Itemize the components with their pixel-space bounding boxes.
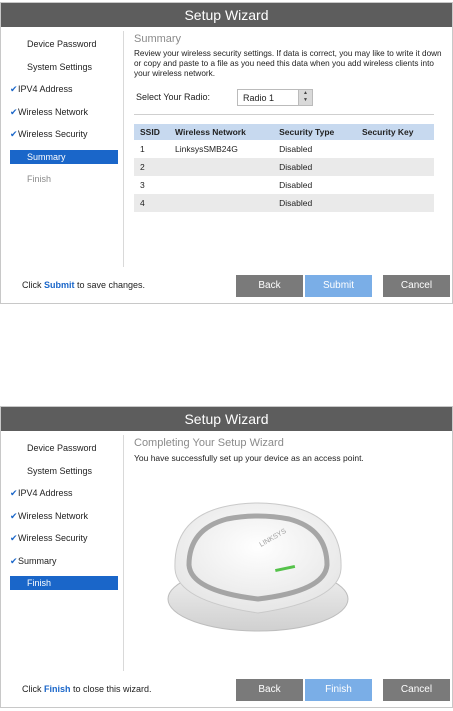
- sidebar-item-label: Wireless Network: [18, 510, 89, 521]
- table-cell: [356, 176, 434, 194]
- submit-button[interactable]: Submit: [305, 275, 372, 297]
- footer-link: Finish: [44, 684, 71, 694]
- back-button[interactable]: Back: [236, 275, 303, 297]
- summary-description: Review your wireless security settings. …: [134, 49, 442, 78]
- table-cell: 4: [134, 194, 170, 212]
- sidebar-item-finish[interactable]: Finish: [10, 168, 118, 191]
- radio-select-value: Radio 1: [243, 93, 275, 103]
- column-header: Wireless Network: [169, 124, 274, 140]
- finish-content: Completing Your Setup Wizard You have su…: [134, 437, 444, 463]
- table-cell: [169, 194, 274, 212]
- sidebar-item-ipv4-address[interactable]: ✔ IPV4 Address: [10, 482, 118, 505]
- sidebar-item-device-password[interactable]: Device Password: [10, 33, 118, 56]
- cancel-button[interactable]: Cancel: [383, 275, 450, 297]
- table-row: 4 Disabled: [134, 194, 434, 212]
- access-point-image: LINKSYS: [167, 502, 349, 632]
- column-header: Security Type: [273, 124, 357, 140]
- sidebar-item-label: Device Password: [27, 443, 97, 453]
- column-header: Security Key: [356, 124, 434, 140]
- divider: [134, 114, 434, 115]
- setup-wizard-finish-window: Setup Wizard Device Password System Setti…: [0, 406, 453, 708]
- sidebar-item-label: Wireless Security: [18, 129, 88, 139]
- check-icon: ✔: [10, 106, 18, 117]
- table-cell: [169, 176, 273, 194]
- table-row: 2 Disabled: [134, 158, 434, 176]
- check-icon: ✔: [10, 129, 18, 139]
- sidebar-item-label: Summary: [27, 151, 66, 162]
- table-cell: Disabled: [273, 158, 357, 176]
- sidebar-item-label: Finish: [27, 173, 52, 184]
- sidebar-item-wireless-security[interactable]: ✔ Wireless Security: [10, 123, 118, 146]
- table-cell: [356, 158, 434, 176]
- divider: [123, 435, 124, 671]
- table-cell: Disabled: [279, 144, 313, 154]
- finish-button[interactable]: Finish: [305, 679, 372, 701]
- sidebar-item-label: System Settings: [27, 61, 93, 72]
- sidebar-item-summary[interactable]: ✔ Summary: [10, 550, 118, 573]
- table-cell: 2: [134, 158, 170, 176]
- check-icon: ✔: [10, 510, 18, 521]
- sidebar-item-device-password[interactable]: Device Password: [10, 437, 118, 460]
- sidebar-item-label: IPV4 Address: [18, 488, 73, 498]
- check-icon: ✔: [10, 488, 18, 498]
- sidebar-item-label: Summary: [18, 555, 57, 566]
- sidebar-item-label: Wireless Security: [18, 533, 88, 543]
- table-cell: [356, 194, 434, 212]
- sidebar-item-label: Wireless Network: [18, 106, 89, 117]
- cancel-button[interactable]: Cancel: [383, 679, 450, 701]
- back-button[interactable]: Back: [236, 679, 303, 701]
- footer-hint: Click Submit to save changes.: [22, 280, 146, 290]
- section-title: Summary: [134, 33, 182, 45]
- window-title: Setup Wizard: [1, 407, 452, 431]
- sidebar-item-wireless-security[interactable]: ✔ Wireless Security: [10, 527, 118, 550]
- sidebar-item-label: Device Password: [27, 39, 97, 49]
- sidebar-item-wireless-network[interactable]: ✔ Wireless Network: [10, 101, 118, 124]
- success-message: You have successfully set up your device…: [134, 453, 364, 463]
- spinner-arrows-icon[interactable]: ▲ ▼: [298, 90, 312, 105]
- check-icon: ✔: [10, 84, 18, 94]
- table-row: 1 LinksysSMB24G Disabled: [134, 140, 434, 158]
- footer-link: Submit: [44, 280, 75, 290]
- column-header: SSID: [134, 124, 170, 140]
- table-cell: Disabled: [273, 194, 357, 212]
- table-cell: LinksysSMB24G: [175, 144, 238, 154]
- sidebar-item-label: System Settings: [27, 465, 93, 476]
- sidebar-item-finish[interactable]: Finish: [10, 576, 118, 590]
- summary-content: Summary Review your wireless security se…: [134, 33, 444, 212]
- table-cell: [356, 140, 434, 158]
- sidebar-item-system-settings[interactable]: System Settings: [10, 460, 118, 483]
- window-title: Setup Wizard: [1, 3, 452, 27]
- wizard-sidebar: Device Password System Settings ✔ IPV4 Addr…: [10, 33, 118, 190]
- sidebar-item-system-settings[interactable]: System Settings: [10, 56, 118, 79]
- divider: [123, 31, 124, 267]
- table-cell: 1: [140, 144, 145, 154]
- sidebar-item-summary[interactable]: Summary: [10, 149, 118, 164]
- wireless-summary-table: SSID Wireless Network Security Type Securit…: [134, 124, 434, 212]
- radio-label: Select Your Radio:: [136, 92, 211, 102]
- sidebar-item-ipv4-address[interactable]: ✔ IPV4 Address: [10, 78, 118, 101]
- table-cell: 3: [140, 180, 145, 190]
- footer-hint: Click Finish to close this wizard.: [22, 684, 152, 694]
- radio-selector-row: Select Your Radio: Radio 1 ▲ ▼: [134, 89, 444, 107]
- sidebar-item-wireless-network[interactable]: ✔ Wireless Network: [10, 505, 118, 528]
- table-cell: Disabled: [279, 180, 313, 190]
- check-icon: ✔: [10, 533, 18, 543]
- wizard-sidebar: Device Password System Settings ✔ IPV4 Addr…: [10, 437, 118, 594]
- table-cell: [169, 158, 274, 176]
- check-icon: ✔: [10, 555, 18, 566]
- section-title: Completing Your Setup Wizard: [134, 437, 284, 449]
- radio-select[interactable]: Radio 1 ▲ ▼: [237, 89, 313, 106]
- sidebar-item-label: IPV4 Address: [18, 84, 73, 94]
- setup-wizard-summary-window: Setup Wizard Device Password System Setti…: [0, 2, 453, 304]
- table-row: 3 Disabled: [134, 176, 434, 194]
- sidebar-item-label: Finish: [27, 578, 52, 588]
